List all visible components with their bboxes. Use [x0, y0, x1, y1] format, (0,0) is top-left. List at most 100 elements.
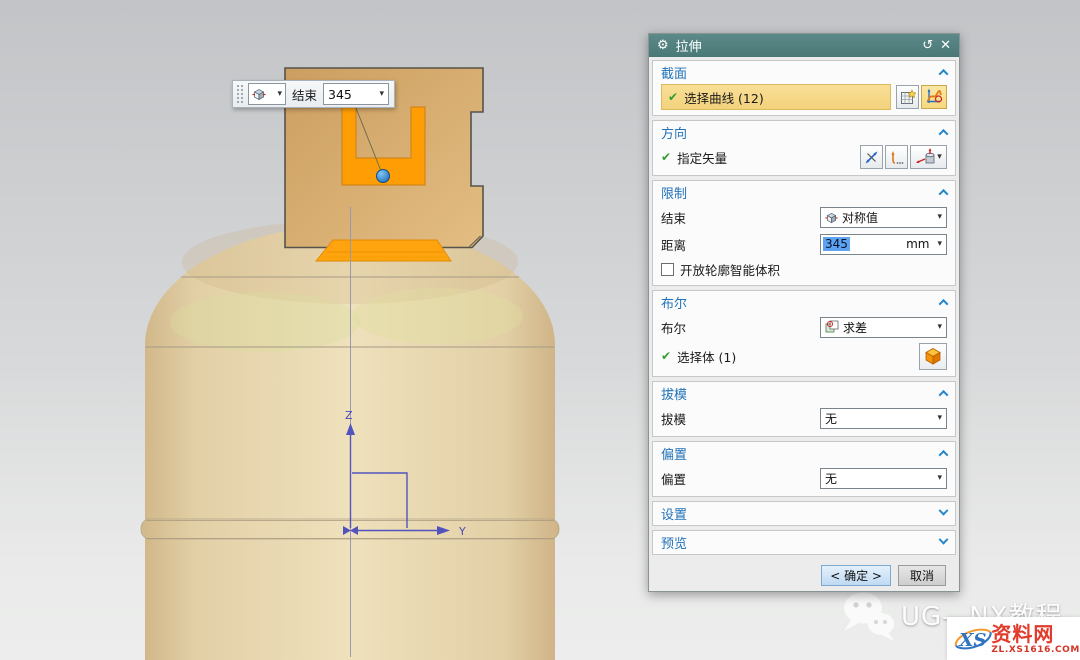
distance-label: 距离: [661, 235, 820, 254]
gear-icon: ⚙: [657, 39, 669, 52]
select-curve-label: 选择曲线 (12): [684, 88, 764, 107]
vector-method-button[interactable]: ▾: [910, 145, 947, 169]
toolbar-drag-grip[interactable]: [236, 84, 244, 104]
end-row: 结束 对称值 ▾: [661, 204, 947, 230]
curve-rule-button[interactable]: [896, 85, 919, 109]
chevron-up-icon[interactable]: [939, 189, 949, 199]
open-profile-label: 开放轮廓智能体积: [680, 260, 780, 279]
toolbar-end-label: 结束: [290, 85, 319, 104]
group-limits-title: 限制: [661, 183, 687, 202]
symmetric-value-icon: [252, 87, 266, 101]
group-direction-title: 方向: [661, 123, 687, 142]
draft-label: 拔模: [661, 409, 820, 428]
group-settings-title: 设置: [661, 504, 687, 523]
end-mode-select[interactable]: ▾: [248, 83, 286, 105]
dome-highlight-right: [353, 288, 523, 344]
axis-z-label: Z: [345, 409, 353, 422]
logo-site-name: 资料网: [991, 623, 1080, 645]
sketch-section-icon: [925, 88, 943, 106]
group-limits-header[interactable]: 限制: [661, 182, 947, 203]
open-profile-row: 开放轮廓智能体积: [661, 258, 947, 280]
toolbar-distance-input[interactable]: 345 ▾: [323, 83, 389, 105]
boolean-combo[interactable]: 求差 ▾: [820, 317, 947, 338]
vector-dialog-button[interactable]: [860, 145, 883, 169]
offset-row: 偏置 无 ▾: [661, 465, 947, 491]
wechat-icon: [841, 591, 897, 643]
check-icon: ✔: [661, 349, 671, 363]
curve-rule-icon: [900, 89, 916, 105]
group-direction-header[interactable]: 方向: [661, 122, 947, 143]
group-boolean-title: 布尔: [661, 293, 687, 312]
reset-icon[interactable]: ↺: [922, 38, 933, 53]
reverse-direction-button[interactable]: [885, 145, 908, 169]
chevron-up-icon[interactable]: [939, 129, 949, 139]
group-direction: 方向 ✔ 指定矢量: [652, 120, 956, 176]
axis-y-label: Y: [458, 525, 466, 538]
group-boolean: 布尔 布尔 求差 ▾ ✔ 选择体 (1): [652, 290, 956, 377]
vector-dialog-icon: [864, 150, 879, 165]
chevron-down-icon[interactable]: [939, 535, 949, 545]
distance-input[interactable]: 345 mm ▾: [820, 234, 947, 255]
offset-value: 无: [825, 470, 837, 487]
end-label: 结束: [661, 208, 820, 227]
close-icon[interactable]: ✕: [940, 38, 951, 53]
chevron-up-icon[interactable]: [939, 69, 949, 79]
group-section-title: 截面: [661, 63, 687, 82]
group-section-header[interactable]: 截面: [661, 62, 947, 83]
group-boolean-header[interactable]: 布尔: [661, 292, 947, 313]
subtract-icon: [825, 320, 839, 334]
caret-down-icon[interactable]: ▾: [937, 323, 942, 332]
group-draft-header[interactable]: 拔模: [661, 383, 947, 404]
group-settings-header[interactable]: 设置: [661, 503, 947, 524]
boolean-value: 求差: [843, 319, 867, 336]
distance-value: 345: [823, 237, 850, 251]
distance-drag-handle[interactable]: [377, 170, 390, 183]
chevron-up-icon[interactable]: [939, 450, 949, 460]
offset-combo[interactable]: 无 ▾: [820, 468, 947, 489]
chevron-up-icon[interactable]: [939, 299, 949, 309]
offset-label: 偏置: [661, 469, 820, 488]
chevron-down-icon[interactable]: [939, 506, 949, 516]
group-offset-header[interactable]: 偏置: [661, 443, 947, 464]
onscreen-distance-toolbar[interactable]: ▾ 结束 345 ▾: [232, 80, 395, 108]
group-offset: 偏置 偏置 无 ▾: [652, 441, 956, 497]
collar-flange[interactable]: [316, 240, 451, 261]
group-preview-title: 预览: [661, 533, 687, 552]
select-body-row: ✔ 选择体 (1): [661, 341, 947, 371]
ok-button[interactable]: < 确定 >: [821, 565, 891, 586]
group-limits: 限制 结束 对称值 ▾ 距离 3: [652, 180, 956, 286]
face-vector-icon: [915, 148, 937, 166]
draft-value: 无: [825, 410, 837, 427]
caret-down-icon[interactable]: ▾: [379, 90, 384, 99]
end-combo[interactable]: 对称值 ▾: [820, 207, 947, 228]
group-section: 截面 ✔ 选择曲线 (12): [652, 60, 956, 116]
caret-down-icon[interactable]: ▾: [937, 240, 942, 249]
caret-down-icon[interactable]: ▾: [937, 213, 942, 222]
group-draft-title: 拔模: [661, 384, 687, 403]
dialog-title: 拉伸: [676, 36, 702, 55]
select-curve-field[interactable]: ✔ 选择曲线 (12): [661, 84, 891, 110]
caret-down-icon[interactable]: ▾: [937, 153, 942, 162]
caret-down-icon[interactable]: ▾: [937, 474, 942, 483]
draft-combo[interactable]: 无 ▾: [820, 408, 947, 429]
distance-unit: mm: [906, 237, 929, 251]
boolean-label: 布尔: [661, 318, 820, 337]
caret-down-icon[interactable]: ▾: [937, 414, 942, 423]
logo-site-url: ZL.XS1616.COM: [991, 645, 1080, 655]
select-body-button[interactable]: [919, 343, 947, 370]
group-preview-header[interactable]: 预览: [661, 532, 947, 553]
dialog-footer: < 确定 > 取消: [652, 559, 956, 586]
check-icon: ✔: [668, 90, 678, 104]
specify-vector-row: ✔ 指定矢量: [661, 144, 947, 170]
toolbar-distance-value: 345: [328, 87, 352, 102]
group-preview: 预览: [652, 530, 956, 555]
cancel-button[interactable]: 取消: [898, 565, 946, 586]
dialog-titlebar[interactable]: ⚙ 拉伸 ↺ ✕: [649, 34, 959, 57]
site-logo: XS 资料网 ZL.XS1616.COM: [947, 617, 1080, 660]
check-icon: ✔: [661, 150, 671, 164]
chevron-up-icon[interactable]: [939, 390, 949, 400]
select-curve-row: ✔ 选择曲线 (12): [661, 84, 947, 110]
sketch-section-button[interactable]: [921, 85, 947, 109]
dome-highlight-left: [170, 292, 360, 352]
open-profile-checkbox[interactable]: [661, 263, 674, 276]
